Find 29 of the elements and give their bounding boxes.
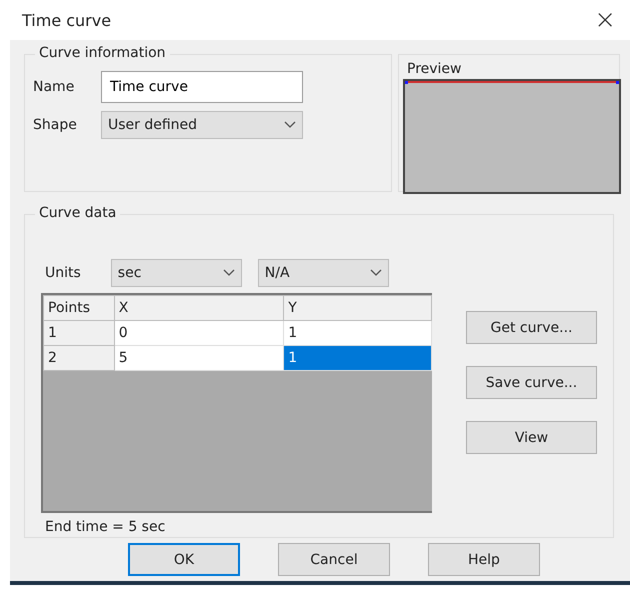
dialog-button[interactable]: Cancel [278, 543, 390, 576]
table-cell[interactable]: 1 [44, 320, 114, 346]
curve-button[interactable]: Save curve... [466, 366, 597, 399]
table-cell[interactable]: 1 [284, 320, 432, 346]
column-header: Y [284, 296, 432, 320]
table-cell[interactable]: 5 [114, 346, 284, 370]
column-header: X [114, 296, 284, 320]
column-header: Points [44, 296, 114, 320]
curve-button[interactable]: View [466, 421, 597, 454]
y-unit-dropdown[interactable]: N/A [258, 259, 389, 287]
window-title: Time curve [22, 10, 112, 30]
curve-button[interactable]: Get curve... [466, 311, 597, 344]
caret-icon [370, 269, 382, 277]
end-time-text: End time = 5 sec [45, 519, 166, 535]
table-cell[interactable]: 0 [114, 320, 284, 346]
field-label: Shape [33, 117, 78, 133]
caret-icon [284, 121, 296, 129]
table-cell[interactable]: 1 [284, 346, 432, 370]
shape-dropdown[interactable]: User defined [101, 111, 303, 139]
caret-icon [222, 269, 235, 277]
x-unit-dropdown[interactable]: sec [110, 259, 242, 287]
close-button[interactable]: × [594, 5, 616, 35]
name-field[interactable]: Time curve [101, 71, 303, 103]
dialog-button[interactable]: Help [428, 543, 540, 576]
units-label: Units [45, 265, 81, 281]
group-title: Preview [407, 61, 462, 77]
dialog-button[interactable]: OK [128, 543, 240, 576]
table-cell[interactable]: 2 [44, 346, 114, 370]
field-label: Name [33, 79, 76, 95]
